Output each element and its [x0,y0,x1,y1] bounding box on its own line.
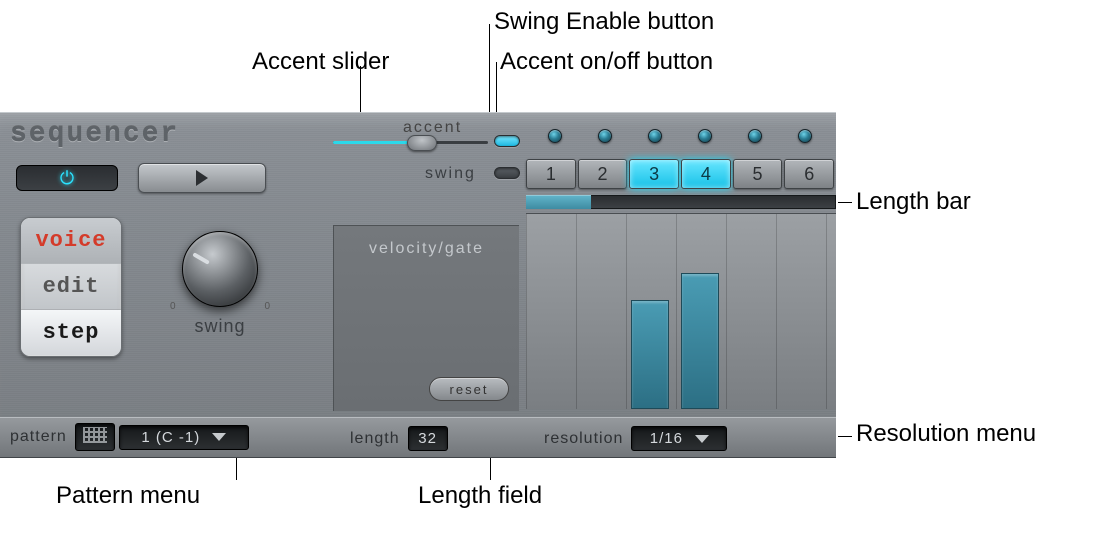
step-4-button[interactable]: 4 [681,159,731,189]
callout-length-bar: Length bar [856,188,971,216]
step-led [748,129,762,143]
velocity-gate-panel: velocity/gate reset [333,225,519,411]
power-icon: ⏻ [60,168,74,189]
step-led [648,129,662,143]
length-field[interactable]: 32 [408,426,448,451]
step-2-button[interactable]: 2 [578,159,628,189]
pattern-value: 1 (C -1) [141,429,200,446]
mode-step[interactable]: step [21,310,121,356]
grid-icon [83,427,107,443]
chevron-down-icon [212,433,226,441]
swing-enable-button[interactable] [494,167,520,179]
sequencer-title: sequencer [10,119,179,150]
accent-slider-handle[interactable] [407,135,437,151]
accent-slider-row: accent [333,121,513,145]
step-button-row: 1 2 3 4 5 6 [526,159,836,191]
step-6-button[interactable]: 6 [784,159,834,189]
reset-button[interactable]: reset [429,377,509,401]
step-1-button[interactable]: 1 [526,159,576,189]
callout-length-field: Length field [418,482,542,510]
velocity-bar[interactable] [631,300,669,409]
callout-resolution-menu: Resolution menu [856,420,1036,448]
step-led [548,129,562,143]
power-button[interactable]: ⏻ [16,165,118,191]
velocity-bar[interactable] [681,273,719,410]
length-label: length [346,430,404,448]
callout-line [838,202,852,203]
swing-row: swing [333,161,513,185]
callout-line [838,436,852,437]
swing-knob-wrap: 00 swing [160,231,280,337]
step-5-button[interactable]: 5 [733,159,783,189]
mode-voice[interactable]: voice [21,218,121,264]
resolution-menu[interactable]: 1/16 [631,426,727,451]
length-bar-fill [526,195,591,209]
play-button[interactable] [138,163,266,193]
pattern-menu[interactable]: 1 (C -1) [119,425,249,450]
bottom-bar: pattern 1 (C -1) length 32 resolution 1/… [0,417,836,457]
callout-line [490,456,491,480]
pattern-icon-box[interactable] [75,423,115,451]
resolution-value: 1/16 [650,430,683,447]
step-led-row [530,129,836,149]
swing-knob-label: swing [160,316,280,337]
sequencer-panel: sequencer accent swing ⏻ voice edit step… [0,112,836,458]
callout-line [236,456,237,480]
mode-edit[interactable]: edit [21,264,121,310]
callout-pattern-menu: Pattern menu [56,482,200,510]
step-led [698,129,712,143]
chevron-down-icon [695,435,709,443]
velocity-gate-grid[interactable] [526,213,836,409]
step-led [798,129,812,143]
play-icon [196,170,208,186]
callout-accent-button: Accent on/off button [500,48,713,76]
accent-onoff-button[interactable] [494,135,520,147]
pattern-label: pattern [6,428,71,446]
mode-switch[interactable]: voice edit step [20,217,122,357]
resolution-label: resolution [540,430,627,448]
swing-label: swing [425,165,476,183]
step-led [598,129,612,143]
swing-knob[interactable] [182,231,258,307]
callout-accent-slider: Accent slider [252,48,389,76]
velocity-gate-label: velocity/gate [344,240,509,258]
step-3-button[interactable]: 3 [629,159,679,189]
callout-swing-enable: Swing Enable button [494,8,714,36]
